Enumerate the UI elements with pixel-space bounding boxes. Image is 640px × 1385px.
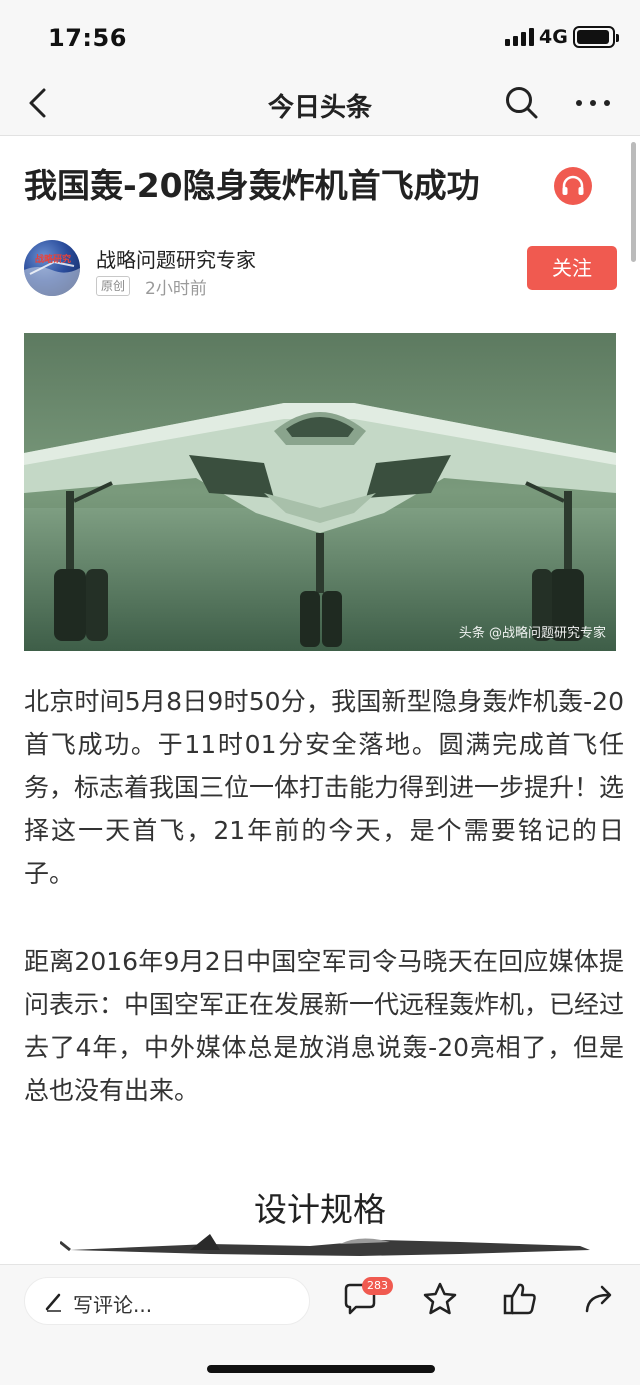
status-bar: 17:56 4G	[0, 0, 640, 70]
avatar-text: 战略研究	[35, 253, 71, 265]
battery-level	[577, 30, 610, 44]
author-row: 战略研究 战略问题研究专家 原创 2小时前 关注	[24, 240, 624, 304]
search-icon	[506, 87, 538, 119]
like-icon	[503, 1283, 536, 1315]
listen-button[interactable]	[554, 167, 592, 205]
author-name[interactable]: 战略问题研究专家	[96, 244, 256, 273]
battery-icon	[573, 26, 619, 48]
nav-bar: 今日头条	[0, 70, 640, 136]
favorite-button[interactable]	[420, 1279, 460, 1319]
home-indicator[interactable]	[207, 1365, 435, 1373]
pen-icon	[45, 1293, 61, 1312]
image-watermark: 头条 @战略问题研究专家	[458, 626, 606, 641]
share-button[interactable]	[580, 1279, 620, 1319]
comment-input[interactable]: 写评论...	[24, 1277, 310, 1325]
comment-count-badge: 283	[362, 1277, 393, 1295]
more-button[interactable]	[570, 83, 616, 123]
comment-placeholder: 写评论...	[73, 1293, 153, 1317]
like-button[interactable]	[500, 1279, 540, 1319]
app-title: 今日头条	[267, 93, 372, 123]
post-time: 2小时前	[145, 279, 207, 299]
article-paragraph: 距离2016年9月2日中国空军司令马晓天在回应媒体提问表示：中国空军正在发展新一…	[24, 947, 625, 1105]
network-type: 4G	[539, 26, 568, 48]
aircraft-silhouette-figure	[60, 1234, 590, 1256]
headphones-icon	[562, 175, 584, 195]
avatar[interactable]: 战略研究	[24, 240, 80, 296]
back-arrow-icon	[29, 88, 46, 118]
share-icon	[585, 1285, 612, 1313]
article-photo[interactable]: 头条 @战略问题研究专家	[24, 333, 616, 651]
article-title: 我国轰-20隐身轰炸机首飞成功	[24, 166, 480, 205]
scrollbar[interactable]	[631, 142, 636, 262]
search-button[interactable]	[502, 83, 542, 123]
avatar-image: 战略研究	[24, 253, 80, 296]
more-dots-icon	[576, 100, 610, 106]
bottom-bar: 写评论... 283	[0, 1264, 640, 1385]
figure-title: 设计规格	[254, 1190, 386, 1229]
cellular-signal-icon	[505, 28, 534, 46]
star-icon	[423, 1282, 457, 1315]
follow-button[interactable]: 关注	[527, 246, 617, 290]
article-paragraph: 北京时间5月8日9时50分，我国新型隐身轰炸机轰-20首飞成功。于11时01分安…	[24, 687, 625, 888]
status-time: 17:56	[48, 24, 127, 52]
original-badge: 原创	[96, 276, 131, 296]
headline-row: 我国轰-20隐身轰炸机首飞成功	[24, 160, 624, 216]
stealth-bomber-image	[24, 333, 616, 651]
back-button[interactable]	[22, 84, 60, 122]
